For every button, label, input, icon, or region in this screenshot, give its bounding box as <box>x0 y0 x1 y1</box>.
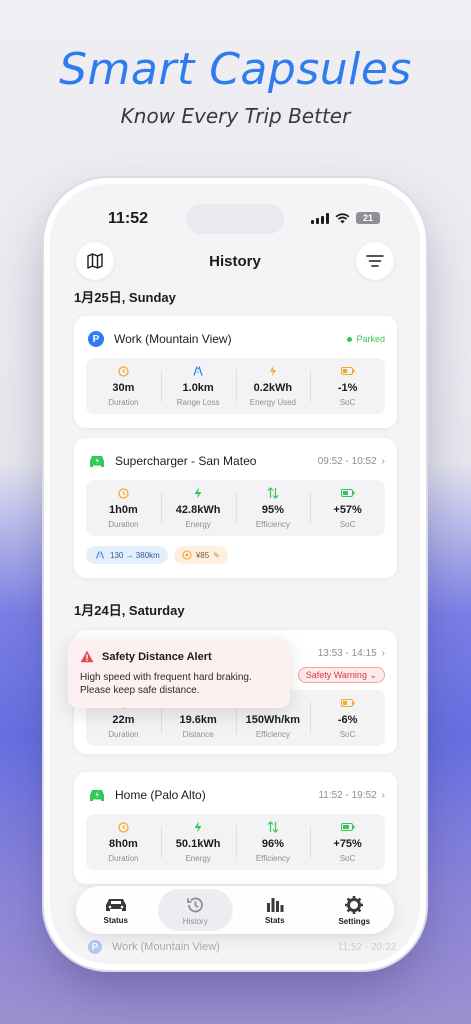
day-header: 1月24日, Saturday <box>74 603 185 618</box>
stat-efficiency: 95% Efficiency <box>235 480 311 536</box>
edit-icon: ✎ <box>213 550 220 560</box>
battery-icon <box>340 365 355 377</box>
stat-energy: 42.8kWh Energy <box>160 480 236 536</box>
history-list[interactable]: 1月25日, Sunday P Work (Mountain View) Par… <box>50 280 420 964</box>
tab-history[interactable]: History <box>157 889 233 931</box>
cost-chip[interactable]: ¥85 ✎ <box>173 546 228 564</box>
chevron-right-icon: › <box>381 647 385 659</box>
car-icon <box>90 790 104 801</box>
stat-efficiency: 96% Efficiency <box>235 814 311 870</box>
stat-duration: 8h0m Duration <box>86 814 161 870</box>
filter-button[interactable] <box>356 242 394 280</box>
trip-card[interactable]: Supercharger - San Mateo 09:52 - 10:52 ›… <box>74 438 397 578</box>
stat-soc: +57% SoC <box>310 480 385 536</box>
parking-icon: P <box>88 331 104 347</box>
stat-range-loss: 1.0km Range Loss <box>160 358 236 414</box>
side-button <box>421 406 425 486</box>
leaf-bolt-icon <box>267 365 279 377</box>
status-badge: Parked <box>347 334 385 344</box>
stat-energy: 50.1kWh Energy <box>160 814 236 870</box>
status-bar: 11:52 21 <box>50 184 420 244</box>
filter-icon <box>366 255 384 267</box>
coin-icon <box>182 550 192 560</box>
clock-icon <box>118 821 129 833</box>
history-icon <box>187 897 204 912</box>
trip-time: 11:52 - 19:52 <box>318 789 377 801</box>
battery-icon <box>340 821 355 833</box>
arrows-icon <box>267 487 279 499</box>
trip-card[interactable]: Home (Palo Alto) 11:52 - 19:52 › 8h0m Du… <box>74 772 397 884</box>
day-header: 1月25日, Sunday <box>74 290 176 305</box>
stat-soc: -1% SoC <box>310 358 385 414</box>
bolt-icon <box>193 487 203 499</box>
trip-chips: 130 → 380km ¥85 ✎ <box>86 546 228 564</box>
alert-body: High speed with frequent hard braking. P… <box>80 672 252 696</box>
battery-indicator: 21 <box>356 212 380 224</box>
stat-duration: 30m Duration <box>86 358 161 414</box>
range-chip: 130 → 380km <box>86 546 168 564</box>
promo-headline: Smart Capsules <box>59 44 412 95</box>
stat-energy-used: 0.2kWh Energy Used <box>235 358 311 414</box>
trip-title: Home (Palo Alto) <box>115 788 206 802</box>
list-item: P Work (Mountain View) 11:52 - 20:32 <box>88 940 396 954</box>
trip-stats: 1h0m Duration 42.8kWh Energy 95% Efficie… <box>86 480 385 536</box>
tab-bar: Status History Stats Settings <box>76 886 394 934</box>
trip-stats: 30m Duration 1.0km Range Loss 0.2kWh Ene… <box>86 358 385 414</box>
trip-card[interactable]: P Work (Mountain View) Parked 30m Durati… <box>74 316 397 428</box>
stat-soc: -6% SoC <box>310 690 385 746</box>
trip-title: Work (Mountain View) <box>114 332 232 346</box>
road-icon <box>96 551 104 559</box>
status-icons: 21 <box>311 212 380 224</box>
chevron-right-icon: › <box>381 455 385 467</box>
wifi-icon <box>335 212 350 223</box>
status-time: 11:52 <box>108 210 149 227</box>
tab-settings[interactable]: Settings <box>317 889 393 931</box>
road-icon <box>191 365 205 377</box>
tab-status[interactable]: Status <box>78 889 154 931</box>
stat-duration: 1h0m Duration <box>86 480 161 536</box>
bar-chart-icon <box>266 897 284 912</box>
car-icon <box>90 456 104 467</box>
warning-icon <box>80 650 94 663</box>
phone-frame: 11:52 21 History 1月25日, Sunday P Work (M… <box>50 184 420 964</box>
trip-time: 13:53 - 14:15 <box>317 647 377 659</box>
clock-icon <box>118 365 129 377</box>
battery-icon <box>340 697 355 709</box>
arrows-icon <box>267 821 279 833</box>
trip-title: Supercharger - San Mateo <box>115 454 257 468</box>
parking-icon: P <box>88 940 102 954</box>
gear-icon <box>345 895 364 914</box>
bolt-icon <box>193 821 203 833</box>
dynamic-island <box>186 204 284 234</box>
car-icon <box>105 898 126 911</box>
safety-alert-popover[interactable]: Safety Distance Alert High speed with fr… <box>68 638 290 708</box>
battery-icon <box>340 487 355 499</box>
chevron-right-icon: › <box>381 789 385 801</box>
safety-warning-badge[interactable]: Safety Warning ⌄ <box>297 665 385 683</box>
trip-stats: 8h0m Duration 50.1kWh Energy 96% Efficie… <box>86 814 385 870</box>
alert-title: Safety Distance Alert <box>102 650 212 663</box>
trip-time: 09:52 - 10:52 <box>317 455 377 467</box>
tab-stats[interactable]: Stats <box>237 889 313 931</box>
promo-subheadline: Know Every Trip Better <box>120 104 351 128</box>
clock-icon <box>118 487 129 499</box>
signal-icon <box>311 212 329 224</box>
stat-soc: +75% SoC <box>310 814 385 870</box>
